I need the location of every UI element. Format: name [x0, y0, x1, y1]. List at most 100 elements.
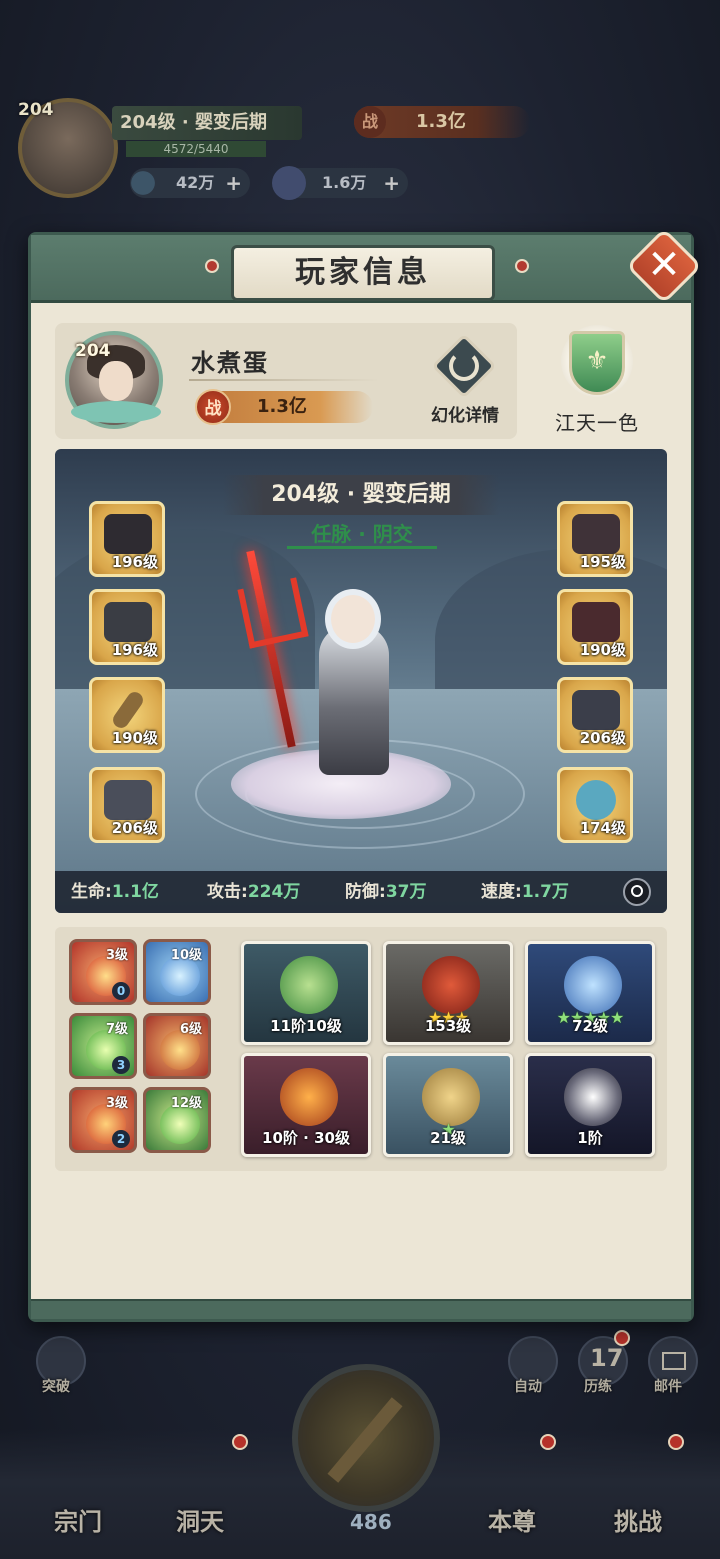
- modal-title-plate: 玩家信息: [231, 245, 495, 301]
- dagger-icon: [109, 689, 147, 731]
- hud-level-text: 204级 · 婴变后期: [112, 106, 302, 140]
- hud-xp: 4572/5440: [126, 141, 266, 157]
- battle-icon: 战: [354, 106, 386, 138]
- currency-jade-value: 1.6万: [322, 173, 367, 192]
- nav-challenge[interactable]: 挑战: [614, 1502, 662, 1537]
- treasure-card[interactable]: 10阶 · 30级: [241, 1053, 371, 1157]
- equip-armor[interactable]: 196级: [89, 589, 165, 665]
- equip-boots[interactable]: 206级: [557, 677, 633, 753]
- bracer-icon: [104, 780, 152, 820]
- add-spirit-stone-button[interactable]: +: [225, 168, 242, 198]
- stage-level-text: 204级 · 婴变后期: [223, 475, 499, 515]
- equip-hat[interactable]: 196级: [89, 501, 165, 577]
- hud-avatar[interactable]: 204: [18, 98, 118, 198]
- self-notification-dot: [540, 1434, 556, 1450]
- stat-defense-label: 防御:: [345, 882, 386, 902]
- stat-defense: 防御:37万: [345, 871, 426, 913]
- hud-level-badge: 204: [18, 100, 54, 120]
- hat-icon: [104, 514, 152, 554]
- add-jade-button[interactable]: +: [383, 168, 400, 198]
- mail-icon: [662, 1352, 686, 1370]
- skill-count: 3: [112, 1056, 130, 1074]
- battle-icon: 战: [195, 389, 231, 425]
- nav-sect[interactable]: 宗门: [54, 1502, 102, 1537]
- sword-icon: [327, 1397, 403, 1483]
- equip-ring[interactable]: 174级: [557, 767, 633, 843]
- stat-speed-label: 速度:: [481, 882, 522, 902]
- equip-belt[interactable]: 190级: [557, 589, 633, 665]
- skill-slot[interactable]: 12级: [143, 1087, 211, 1153]
- top-hud: 204 204级 · 婴变后期 4572/5440 战 1.3亿 42万 + 1…: [0, 0, 720, 230]
- swirl-icon: [449, 351, 479, 381]
- challenge-notification-dot: [668, 1434, 684, 1450]
- currency-jade: 1.6万 +: [272, 166, 408, 200]
- close-button[interactable]: ✕: [625, 227, 703, 305]
- green-orb-icon: [280, 956, 338, 1014]
- skill-count: 0: [112, 982, 130, 1000]
- spirit-stone-icon: [126, 166, 160, 200]
- player-power-value: 1.3亿: [257, 396, 307, 417]
- center-count: 486: [350, 1510, 392, 1534]
- guild-badge[interactable]: ⚜ 江天一色: [547, 325, 647, 435]
- stat-defense-value: 37万: [385, 882, 427, 902]
- shoulder-icon: [572, 514, 620, 554]
- treasure-card[interactable]: 11阶10级: [241, 941, 371, 1045]
- guild-name: 江天一色: [555, 411, 639, 435]
- gold-disc-icon: [422, 1068, 480, 1126]
- ring-icon: [576, 780, 616, 820]
- treasure-card[interactable]: 1阶: [525, 1053, 655, 1157]
- equip-level: 190级: [111, 729, 158, 747]
- treasure-card[interactable]: ★★★ 153级: [383, 941, 513, 1045]
- modal-header: 玩家信息 ✕: [31, 227, 703, 305]
- skill-level: 6级: [179, 1022, 202, 1037]
- equip-level: 206级: [579, 729, 626, 747]
- stat-hp-label: 生命:: [71, 882, 112, 902]
- name-underline: [189, 379, 379, 381]
- trials-notification-dot: [614, 1330, 630, 1346]
- skill-slot[interactable]: 7级 3: [69, 1013, 137, 1079]
- skill-slot[interactable]: 10级: [143, 939, 211, 1005]
- main-attack-button[interactable]: [292, 1364, 440, 1512]
- treasure-card[interactable]: ★ 21级: [383, 1053, 513, 1157]
- trials-count: 17: [590, 1344, 624, 1372]
- currency-spirit-stone: 42万 +: [126, 166, 250, 200]
- auto-label: 自动: [514, 1379, 542, 1395]
- player-info-modal: 玩家信息 ✕ 204 水煮蛋 战 1.3亿 幻化详情 ⚜ 江天一色 204级 ·…: [28, 227, 703, 1322]
- boots-icon: [572, 690, 620, 730]
- treasure-card[interactable]: ★★★★★ 72级: [525, 941, 655, 1045]
- skin-details-button[interactable]: 幻化详情: [415, 333, 515, 431]
- player-avatar[interactable]: 204: [65, 331, 163, 429]
- mail-label: 邮件: [654, 1379, 682, 1395]
- magnify-icon[interactable]: [623, 878, 651, 906]
- card-label: 10阶 · 30级: [262, 1129, 350, 1147]
- stat-speed: 速度:1.7万: [481, 871, 569, 913]
- card-label: 1阶: [577, 1129, 603, 1147]
- equip-weapon[interactable]: 190级: [89, 677, 165, 753]
- belt-icon: [572, 602, 620, 642]
- shield-icon: ⚜: [569, 331, 625, 395]
- skill-level: 10级: [170, 948, 202, 963]
- skill-slot[interactable]: 3级 2: [69, 1087, 137, 1153]
- hud-power: 战 1.3亿: [354, 106, 530, 138]
- skill-slot[interactable]: 6级: [143, 1013, 211, 1079]
- stat-hp-value: 1.1亿: [111, 882, 159, 902]
- skill-level: 12级: [170, 1096, 202, 1111]
- nav-cave[interactable]: 洞天: [176, 1502, 224, 1537]
- light-crystal-icon: [564, 1068, 622, 1126]
- skills-and-treasures: 3级 0 10级 7级 3 6级 3级 2 12级 11阶10级 ★★★ 153…: [55, 927, 667, 1171]
- equip-level: 196级: [111, 553, 158, 571]
- stat-attack-value: 224万: [247, 882, 301, 902]
- armor-icon: [104, 602, 152, 642]
- currency-spirit-stone-value: 42万: [176, 173, 215, 192]
- equip-level: 190级: [579, 641, 626, 659]
- equip-bracer[interactable]: 206级: [89, 767, 165, 843]
- equip-shoulder[interactable]: 195级: [557, 501, 633, 577]
- character-stage: 204级 · 婴变后期 任脉 · 阴交 196级 196级 190级 206级 …: [55, 449, 667, 913]
- nav-self[interactable]: 本尊: [488, 1502, 536, 1537]
- skill-slot[interactable]: 3级 0: [69, 939, 137, 1005]
- stat-attack: 攻击:224万: [207, 871, 300, 913]
- player-name: 水煮蛋: [191, 349, 269, 377]
- equip-level: 195级: [579, 553, 626, 571]
- hud-power-value: 1.3亿: [416, 111, 466, 132]
- skill-level: 3级: [105, 948, 128, 963]
